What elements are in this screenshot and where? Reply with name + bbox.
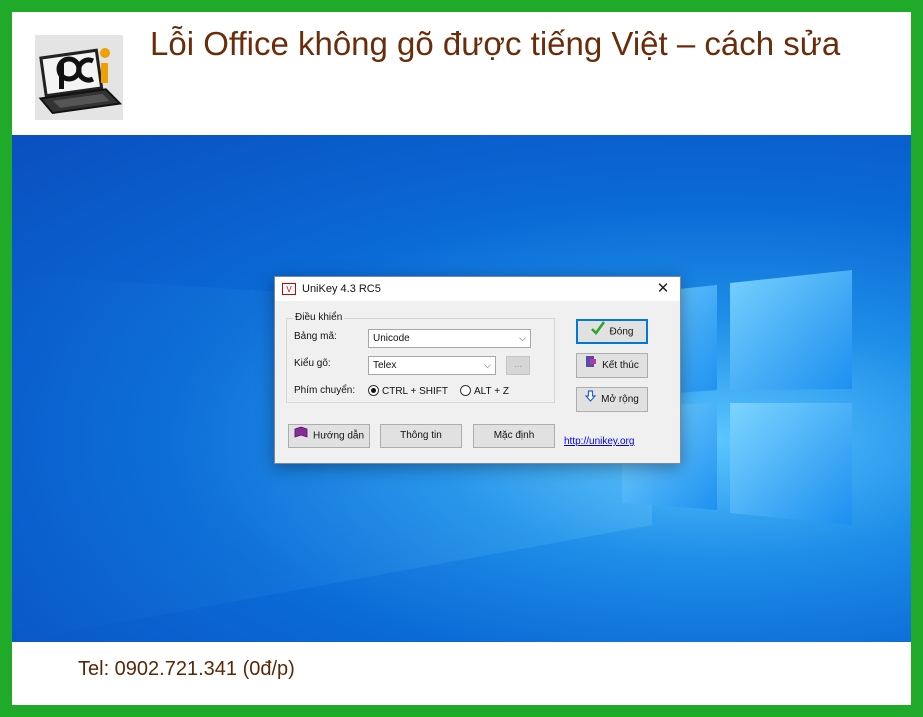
book-icon: [294, 425, 308, 447]
huong-dan-button[interactable]: Hướng dẫn: [288, 424, 370, 448]
arrow-down-icon: [584, 388, 597, 411]
radio-ctrl-shift[interactable]: [368, 385, 379, 396]
pci-logo: [35, 35, 123, 120]
ket-thuc-button[interactable]: Kết thúc: [576, 353, 648, 378]
kieu-go-select[interactable]: Telex ⌵: [368, 356, 496, 375]
kieu-go-value: Telex: [373, 360, 397, 371]
unikey-link[interactable]: http://unikey.org: [564, 436, 634, 447]
kieu-go-label: Kiểu gõ:: [294, 358, 331, 369]
exit-icon: [585, 354, 597, 377]
chevron-down-icon: ⌵: [484, 360, 491, 370]
radio-alt-z[interactable]: [460, 385, 471, 396]
group-label: Điều khiển: [293, 312, 345, 323]
dong-button[interactable]: Đóng: [576, 319, 648, 344]
svg-text:V: V: [286, 285, 292, 294]
window-titlebar[interactable]: V UniKey 4.3 RC5 ✕: [275, 277, 680, 301]
page-title: Lỗi Office không gõ được tiếng Việt – cá…: [150, 25, 841, 62]
thong-tin-button[interactable]: Thông tin: [380, 424, 462, 448]
page-card: Lỗi Office không gõ được tiếng Việt – cá…: [12, 12, 911, 705]
unikey-app-icon: V: [282, 283, 296, 295]
bang-ma-select[interactable]: Unicode ⌵: [368, 329, 531, 348]
mac-dinh-button[interactable]: Mặc định: [473, 424, 555, 448]
control-group: Điều khiển Bảng mã: Unicode ⌵ Kiểu gõ: T…: [286, 312, 555, 403]
check-icon: [590, 321, 605, 343]
dong-label: Đóng: [609, 326, 634, 338]
windows-desktop: V UniKey 4.3 RC5 ✕ Điều khiển Bảng mã: U…: [12, 135, 911, 642]
ket-thuc-label: Kết thúc: [602, 360, 639, 372]
huong-dan-label: Hướng dẫn: [312, 430, 365, 442]
bang-ma-label: Bảng mã:: [294, 331, 337, 342]
phim-chuyen-label: Phím chuyển:: [294, 385, 356, 396]
contact-phone: Tel: 0902.721.341 (0đ/p): [78, 658, 295, 680]
radio-alt-z-label: ALT + Z: [474, 386, 509, 397]
bang-ma-value: Unicode: [373, 333, 410, 344]
radio-ctrl-shift-label: CTRL + SHIFT: [382, 386, 449, 397]
extra-options-button[interactable]: ...: [506, 356, 530, 375]
mo-rong-label: Mở rộng: [601, 394, 639, 406]
window-title: UniKey 4.3 RC5: [302, 283, 381, 295]
mo-rong-button[interactable]: Mở rộng: [576, 387, 648, 412]
unikey-window: V UniKey 4.3 RC5 ✕ Điều khiển Bảng mã: U…: [274, 276, 681, 464]
chevron-down-icon: ⌵: [519, 333, 526, 343]
close-icon[interactable]: ✕: [646, 277, 680, 301]
